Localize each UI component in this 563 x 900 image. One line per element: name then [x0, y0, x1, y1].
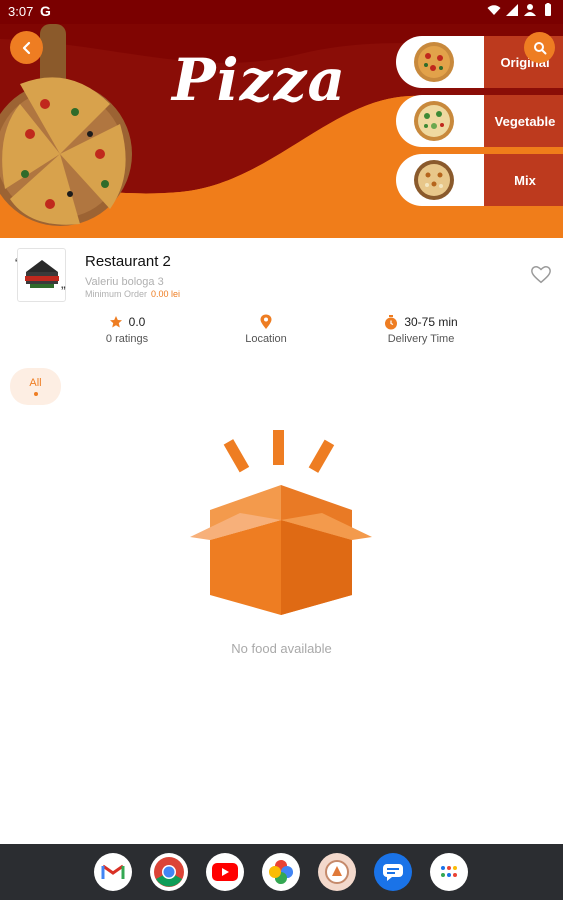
pizza-original-image [414, 42, 454, 82]
category-vegetable[interactable]: Vegetable [396, 95, 563, 147]
location-pin-icon [260, 314, 272, 329]
tab-active-indicator [33, 392, 38, 396]
category-banner: Pizza Original Vegetable Mix [0, 24, 563, 238]
empty-state-message: No food available [231, 641, 332, 656]
category-label: Mix [514, 172, 536, 188]
wifi-icon [487, 5, 501, 15]
rating-value: 0.0 [128, 315, 146, 329]
photos-icon[interactable] [262, 853, 300, 891]
messages-icon[interactable] [374, 853, 412, 891]
empty-box-icon [190, 430, 372, 615]
location-stat[interactable]: Location [236, 313, 296, 345]
youtube-icon[interactable] [206, 853, 244, 891]
signal-icon [506, 4, 518, 16]
tab-all-label: All [29, 377, 42, 389]
chrome-icon[interactable] [150, 853, 188, 891]
banner-title: Pizza [172, 46, 347, 114]
status-time: 3:07 [8, 4, 34, 19]
back-button[interactable] [10, 31, 43, 64]
timer-icon [385, 314, 398, 329]
battery-icon [545, 3, 551, 16]
star-icon [109, 316, 122, 328]
category-mix[interactable]: Mix [396, 154, 563, 206]
app-drawer-icon[interactable] [430, 853, 468, 891]
delivery-label: Delivery Time [387, 333, 455, 345]
restaurant-logo-image [24, 260, 59, 288]
app-icon[interactable] [318, 853, 356, 891]
rating-label: 0 ratings [105, 333, 149, 345]
restaurant-name: Restaurant 2 [85, 253, 171, 270]
category-label: Vegetable [494, 113, 556, 129]
status-bar: 3:07 G [0, 0, 563, 24]
search-icon [533, 41, 546, 54]
delivery-time-stat: 30-75 min Delivery Time [380, 313, 462, 345]
logo-quote-close: ” [61, 283, 66, 299]
chevron-left-icon [22, 41, 30, 54]
location-label: Location [245, 333, 287, 345]
delivery-value: 30-75 min [404, 315, 458, 329]
rating-stat: 0.0 0 ratings [96, 313, 158, 345]
pizza-vegetable-image [414, 101, 454, 141]
search-button[interactable] [524, 32, 555, 63]
min-order-value: 0.00 lei [151, 289, 181, 299]
restaurant-address: Valeriu bologa 3 [85, 276, 164, 288]
tab-all[interactable]: All [10, 368, 61, 405]
favorite-heart-icon[interactable] [530, 264, 552, 286]
restaurant-logo [17, 248, 66, 302]
app-dock [0, 844, 563, 900]
google-icon: G [40, 3, 51, 19]
minimum-order: Minimum Order 0.00 lei [85, 289, 180, 299]
person-icon [524, 4, 536, 16]
gmail-icon[interactable] [94, 853, 132, 891]
min-order-label: Minimum Order [85, 289, 148, 299]
pizza-mix-image [414, 160, 454, 200]
status-icons [487, 3, 555, 17]
